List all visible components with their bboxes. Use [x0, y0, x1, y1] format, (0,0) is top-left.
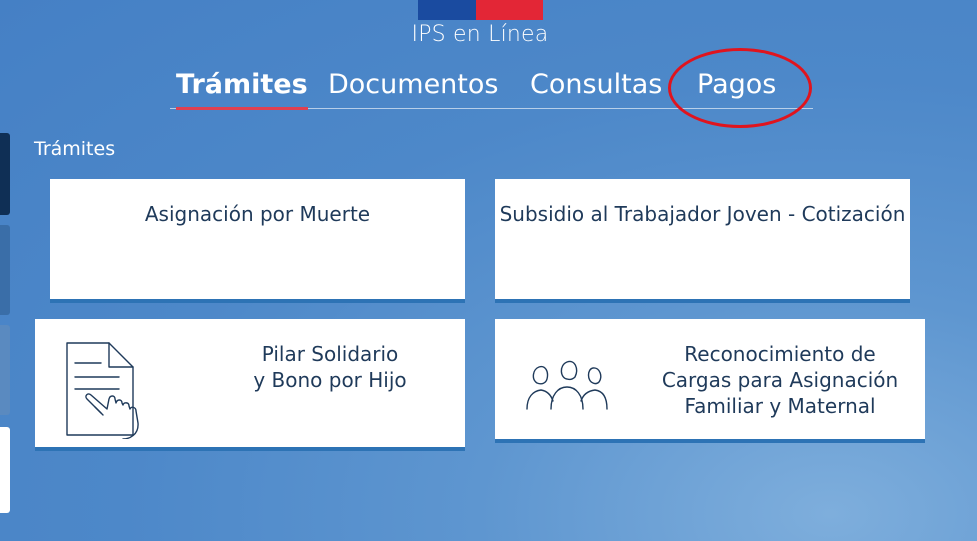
card-label-line: Cargas para Asignación	[661, 368, 899, 392]
card-label: Subsidio al Trabajador Joven - Cotizació…	[499, 202, 906, 226]
tab-documentos[interactable]: Documentos	[328, 68, 498, 102]
flag-red-stripe	[476, 0, 543, 20]
card-label-line: y Bono por Hijo	[253, 368, 407, 392]
side-tab-4[interactable]	[0, 427, 10, 513]
section-title: Trámites	[34, 138, 116, 160]
chile-flag-stripe	[418, 0, 543, 20]
card-subsidio-trabajador-joven[interactable]: Subsidio al Trabajador Joven - Cotizació…	[495, 179, 910, 299]
tab-pagos[interactable]: Pagos	[697, 68, 776, 102]
side-tab-1[interactable]	[0, 133, 10, 215]
card-label: Asignación por Muerte	[144, 202, 371, 226]
tab-tramites[interactable]: Trámites	[176, 68, 308, 110]
card-label-line: Pilar Solidario	[261, 342, 399, 366]
flag-blue-stripe	[418, 0, 476, 20]
card-label-line: Reconocimiento de	[684, 342, 876, 366]
brand-title: IPS en Línea	[411, 22, 549, 47]
family-icon	[526, 360, 608, 410]
card-label: Reconocimiento de Cargas para Asignación…	[655, 341, 905, 419]
card-reconocimiento-cargas[interactable]: Reconocimiento de Cargas para Asignación…	[495, 319, 925, 439]
card-pilar-solidario[interactable]: Pilar Solidario y Bono por Hijo	[35, 319, 465, 447]
document-hand-icon	[66, 342, 139, 439]
card-label: Pilar Solidario y Bono por Hijo	[225, 341, 435, 393]
side-tab-2[interactable]	[0, 225, 10, 315]
card-asignacion-por-muerte[interactable]: Asignación por Muerte	[50, 179, 465, 299]
tab-consultas[interactable]: Consultas	[530, 68, 662, 102]
side-tab-3[interactable]	[0, 325, 10, 415]
card-label-line: Familiar y Maternal	[684, 394, 876, 418]
main-nav: Trámites Documentos Consultas Pagos	[170, 68, 813, 110]
